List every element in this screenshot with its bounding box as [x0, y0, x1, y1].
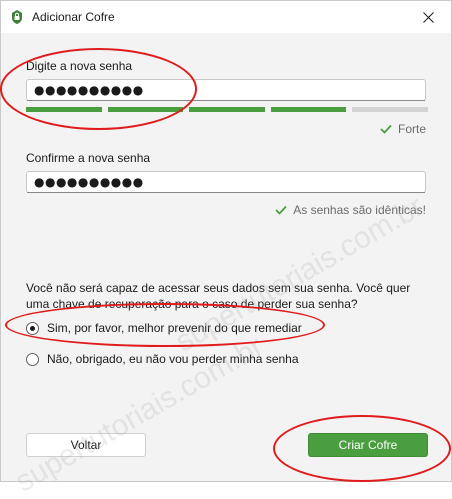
strength-text: Forte: [397, 122, 426, 136]
strength-segment: [270, 107, 347, 112]
title-bar: Adicionar Cofre: [1, 1, 451, 33]
recovery-description: Você não será capaz de acessar seus dado…: [26, 281, 411, 311]
radio-label-yes: Sim, por favor, melhor prevenir do que r…: [47, 321, 302, 335]
new-password-label: Digite a nova senha: [26, 59, 133, 73]
strength-segment: [352, 107, 428, 112]
confirm-password-value: ●●●●●●●●●●: [34, 175, 144, 189]
check-icon: [275, 205, 287, 215]
cryptomator-icon: [12, 10, 22, 24]
close-icon: [422, 11, 434, 23]
strength-segment: [189, 107, 265, 112]
password-match-indicator: As senhas são idênticas!: [275, 203, 426, 217]
back-button[interactable]: Voltar: [26, 433, 146, 457]
close-button[interactable]: [405, 1, 451, 33]
confirm-password-label: Confirme a nova senha: [26, 151, 151, 165]
dialog-content: Digite a nova senha ●●●●●●●●●● Forte Con…: [1, 33, 451, 481]
new-password-value: ●●●●●●●●●●: [34, 83, 144, 97]
new-password-field[interactable]: ●●●●●●●●●●: [26, 79, 426, 101]
confirm-password-field[interactable]: ●●●●●●●●●●: [26, 171, 426, 193]
create-vault-button[interactable]: Criar Cofre: [308, 433, 428, 457]
radio-label-no: Não, obrigado, eu não vou perder minha s…: [47, 352, 299, 366]
strength-segment: [26, 107, 102, 112]
strength-segment: [107, 107, 184, 112]
window-title: Adicionar Cofre: [32, 10, 115, 24]
password-strength-meter: [26, 107, 428, 112]
match-text: As senhas são idênticas!: [293, 203, 426, 217]
dialog-window: Adicionar Cofre Digite a nova senha ●●●●…: [0, 0, 452, 482]
radio-button-yes[interactable]: [26, 321, 39, 335]
check-icon: [380, 124, 392, 134]
radio-button-no[interactable]: [26, 352, 39, 366]
radio-option-no[interactable]: Não, obrigado, eu não vou perder minha s…: [26, 352, 299, 366]
radio-option-yes[interactable]: Sim, por favor, melhor prevenir do que r…: [26, 321, 302, 335]
strength-indicator: Forte: [380, 122, 426, 136]
